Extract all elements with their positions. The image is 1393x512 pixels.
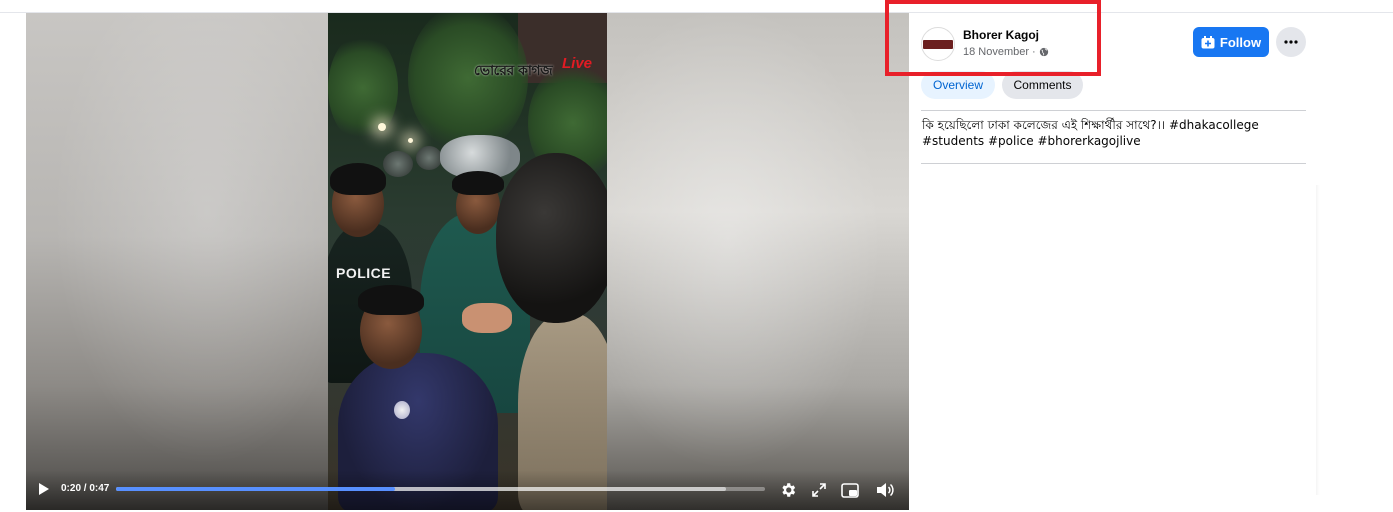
progress-bar[interactable] <box>116 487 765 491</box>
watermark-logo: ভোরের কাগজ <box>474 63 553 79</box>
more-icon <box>1284 40 1298 44</box>
video-controls: 0:20 / 0:47 <box>26 470 909 510</box>
student-badge <box>394 401 410 419</box>
watermark-live: Live <box>562 55 593 72</box>
caption-text: কি হয়েছিলো ঢাকা কলেজের এই শিক্ষার্থীর স… <box>922 118 1169 132</box>
video-blur-right <box>607 13 909 510</box>
play-icon <box>39 483 49 495</box>
police-vest-label: POLICE <box>336 265 392 281</box>
video-frame[interactable]: POLICE ভোরের কাগজ Live <box>328 13 607 510</box>
caption-top-divider <box>921 110 1306 111</box>
more-options-button[interactable] <box>1276 27 1306 57</box>
pip-icon <box>841 482 859 498</box>
street-lamp <box>408 138 413 143</box>
time-display: 0:20 / 0:47 <box>61 483 110 494</box>
fullscreen-button[interactable] <box>810 481 828 499</box>
avatar[interactable] <box>921 27 955 61</box>
tab-comments[interactable]: Comments <box>1002 71 1083 99</box>
volume-button[interactable] <box>875 480 895 500</box>
caption-bottom-divider <box>921 163 1306 164</box>
globe-icon <box>1039 47 1048 57</box>
street-lamp <box>378 123 386 131</box>
date-separator: · <box>1032 46 1036 58</box>
officer-hair <box>452 171 504 195</box>
khaki-officer-head <box>496 153 607 323</box>
video-player[interactable]: POLICE ভোরের কাগজ Live 0:20 / 0:47 <box>26 13 909 510</box>
post-caption: কি হয়েছিলো ঢাকা কলেজের এই শিক্ষার্থীর স… <box>922 117 1302 149</box>
settings-button[interactable] <box>778 480 798 500</box>
panel-scroll-edge <box>1316 185 1320 495</box>
follow-button[interactable]: Follow <box>1193 27 1269 57</box>
video-blur-left <box>26 13 328 510</box>
helmet <box>383 151 413 177</box>
student-hair <box>358 285 424 315</box>
tab-overview[interactable]: Overview <box>921 71 995 99</box>
background-tree <box>328 33 398 143</box>
picture-in-picture-button[interactable] <box>840 481 860 499</box>
volume-icon <box>877 483 894 497</box>
play-button[interactable] <box>36 480 52 498</box>
follow-plus-icon <box>1201 35 1215 48</box>
avatar-logo <box>923 39 953 49</box>
background-tree <box>408 13 528 153</box>
settings-icon <box>782 483 796 497</box>
officer-hand <box>462 303 512 333</box>
expand-icon <box>812 483 826 497</box>
post-date-row: 18 November · <box>963 46 1049 58</box>
follow-label: Follow <box>1219 34 1262 50</box>
post-date[interactable]: 18 November <box>963 46 1029 58</box>
author-name[interactable]: Bhorer Kagoj <box>963 28 1039 42</box>
officer-hair <box>330 163 386 195</box>
helmet <box>416 146 442 170</box>
progress-fill <box>116 487 396 491</box>
